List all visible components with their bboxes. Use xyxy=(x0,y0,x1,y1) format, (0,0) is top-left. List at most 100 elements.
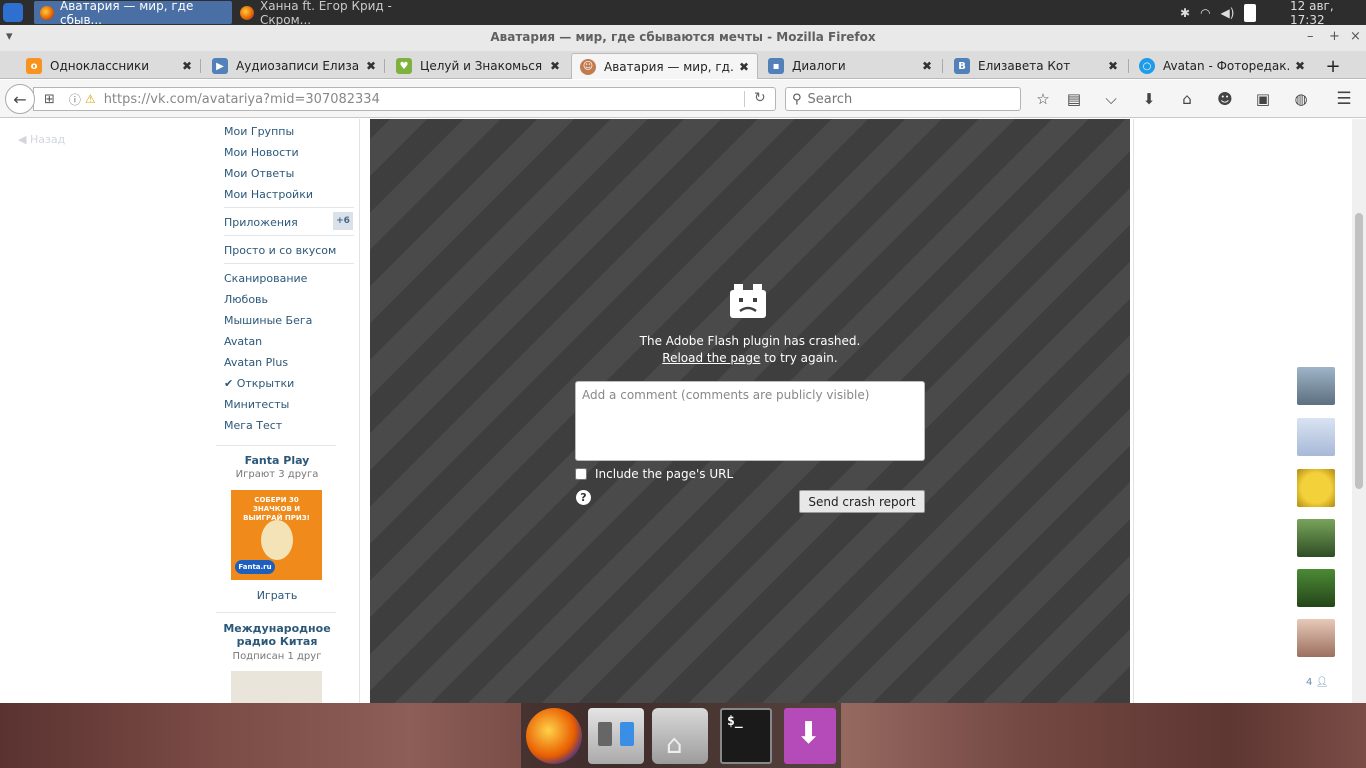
crash-message: The Adobe Flash plugin has crashed. Relo… xyxy=(370,333,1130,367)
globe-icon[interactable]: ◍ xyxy=(1291,89,1311,109)
tab-close-icon[interactable]: ✖ xyxy=(1108,59,1118,73)
battery-icon[interactable] xyxy=(1244,3,1257,22)
minimize-icon[interactable]: – xyxy=(1307,29,1314,44)
include-url-checkbox[interactable] xyxy=(575,468,587,480)
ad-title-radio-line1[interactable]: Международное xyxy=(216,622,338,635)
menu-item-answers[interactable]: Мои Ответы xyxy=(224,167,294,180)
maximize-icon[interactable]: + xyxy=(1329,29,1340,44)
volume-icon[interactable]: ◀) xyxy=(1221,6,1235,20)
friend-avatar[interactable] xyxy=(1297,367,1335,405)
friend-avatar[interactable] xyxy=(1297,619,1335,657)
bookmark-star-icon[interactable]: ☆ xyxy=(1033,89,1053,109)
tab-close-icon[interactable]: ✖ xyxy=(1295,59,1305,73)
crash-comment-input[interactable] xyxy=(575,381,925,461)
firefox-dock-icon[interactable] xyxy=(526,708,582,764)
friend-avatar[interactable] xyxy=(1297,418,1335,456)
close-icon[interactable]: × xyxy=(1350,29,1361,44)
scrollbar-thumb[interactable] xyxy=(1355,213,1363,489)
new-tab-button[interactable]: + xyxy=(1318,53,1348,79)
tab-avatan[interactable]: ○ Avatan - Фоторедак... ✖ xyxy=(1131,53,1313,79)
hamburger-menu-icon[interactable]: ☰ xyxy=(1334,89,1354,109)
menu-item-apps[interactable]: Приложения xyxy=(224,216,298,229)
tab-dialogs[interactable]: ▪ Диалоги ✖ xyxy=(760,53,940,79)
tab-close-icon[interactable]: ✖ xyxy=(739,60,749,74)
back-link[interactable]: ◀ Назад xyxy=(18,133,65,146)
app-item-minitests[interactable]: Минитесты xyxy=(224,398,289,411)
tab-audio[interactable]: ▶ Аудиозаписи Елиза... ✖ xyxy=(204,53,384,79)
reading-list-icon[interactable]: ▤ xyxy=(1064,89,1084,109)
reload-suffix: to try again. xyxy=(760,351,838,365)
menu-item-groups[interactable]: Мои Группы xyxy=(224,125,294,138)
pocket-icon[interactable]: ⌵ xyxy=(1101,89,1121,109)
system-panel: Аватария — мир, где сбыв... Ханна ft. Ег… xyxy=(0,0,1366,27)
app-item-love[interactable]: Любовь xyxy=(224,293,268,306)
reload-page-link[interactable]: Reload the page xyxy=(662,351,760,365)
mascot-icon xyxy=(261,520,293,560)
taskbar-item-music[interactable]: Ханна ft. Егор Крид - Скром... xyxy=(234,0,434,27)
url-bar[interactable]: ⊞ ⓘ ⚠ https://vk.com/avatariya?mid=30708… xyxy=(33,87,776,111)
search-box[interactable]: ⚲ xyxy=(785,87,1021,111)
friend-avatar[interactable] xyxy=(1297,519,1335,557)
page-scrollbar[interactable] xyxy=(1352,119,1366,703)
tab-elizaveta[interactable]: В Елизавета Кот ✖ xyxy=(946,53,1126,79)
friend-avatar[interactable] xyxy=(1297,569,1335,607)
app-item-postcards[interactable]: ✔ Открытки xyxy=(224,377,294,390)
help-icon[interactable]: ? xyxy=(576,490,591,505)
wifi-icon[interactable]: ◠ xyxy=(1200,6,1210,20)
tab-kiss[interactable]: ♥ Целуй и Знакомься ✖ xyxy=(388,53,568,79)
send-crash-report-button[interactable]: Send crash report xyxy=(799,490,925,513)
firefox-icon xyxy=(40,5,54,20)
ad-title-radio-line2[interactable]: радио Китая xyxy=(216,635,338,648)
tab-close-icon[interactable]: ✖ xyxy=(366,59,376,73)
search-input[interactable] xyxy=(807,91,998,107)
friends-count[interactable]: 4 👤︎ xyxy=(1306,677,1328,688)
hello-chat-icon[interactable]: ☻ xyxy=(1215,89,1235,109)
app-item-scan[interactable]: Сканирование xyxy=(224,272,307,285)
home-folder-dock-icon[interactable]: ⌂ xyxy=(652,708,708,764)
system-tray: ✱ ◠ ◀) xyxy=(1180,0,1257,25)
tab-odnoklassniki[interactable]: о Одноклассники ✖ xyxy=(18,53,200,79)
tab-close-icon[interactable]: ✖ xyxy=(550,59,560,73)
lock-warning-icon[interactable]: ⚠ xyxy=(85,92,96,106)
downloader-dock-icon[interactable]: ⬇ xyxy=(784,708,836,764)
app-item-mouse-race[interactable]: Мышиные Бега xyxy=(224,314,312,327)
play-link[interactable]: Играть xyxy=(216,589,338,602)
page-info-icon[interactable]: ⊞ xyxy=(44,92,55,107)
vk-icon: В xyxy=(954,58,970,74)
ad-subtitle-fanta: Играют 3 друга xyxy=(235,469,319,480)
fanta-ad-image[interactable]: СОБЕРИ 30 ЗНАЧКОВ И ВЫИГРАЙ ПРИЗ! Fanta.… xyxy=(231,490,322,580)
menu-item-news[interactable]: Мои Новости xyxy=(224,146,299,159)
app-item-avatan-plus[interactable]: Avatan Plus xyxy=(224,356,288,369)
download-icon[interactable]: ⬇ xyxy=(1139,89,1159,109)
tab-bar: о Одноклассники ✖ ▶ Аудиозаписи Елиза...… xyxy=(0,51,1366,79)
app-item-avatan[interactable]: Avatan xyxy=(224,335,262,348)
window-title: Аватария — мир, где сбываются мечты - Mo… xyxy=(490,30,876,44)
right-column-divider xyxy=(1133,119,1134,703)
menu-item-settings[interactable]: Мои Настройки xyxy=(224,188,313,201)
ad-title-fanta[interactable]: Fanta Play xyxy=(216,454,338,467)
window-titlebar: ▾ Аватария — мир, где сбываются мечты - … xyxy=(0,25,1366,51)
taskbar-item-firefox[interactable]: Аватария — мир, где сбыв... xyxy=(34,0,232,27)
app-menu-icon[interactable] xyxy=(3,3,23,22)
home-icon[interactable]: ⌂ xyxy=(1177,89,1197,109)
bluetooth-icon[interactable]: ✱ xyxy=(1180,6,1190,20)
friend-avatar[interactable] xyxy=(1297,469,1335,507)
page-content: ◀ Назад Мои Группы Мои Новости Мои Ответ… xyxy=(0,119,1366,703)
reload-icon[interactable]: ↻ xyxy=(754,90,766,106)
extension-icon[interactable]: ▣ xyxy=(1253,89,1273,109)
radio-ad-image[interactable] xyxy=(231,671,322,703)
menu-item-featured[interactable]: Просто и со вкусом xyxy=(224,244,336,257)
back-button[interactable]: ← xyxy=(5,84,35,114)
tab-close-icon[interactable]: ✖ xyxy=(922,59,932,73)
dock: ⌂ $_ ⬇ xyxy=(521,703,841,768)
tab-avatariya[interactable]: ☺ Аватария — мир, гд... ✖ xyxy=(571,53,758,79)
terminal-dock-icon[interactable]: $_ xyxy=(720,708,772,764)
switcher-dock-icon[interactable] xyxy=(588,708,644,764)
apps-count-badge[interactable]: +6 xyxy=(333,212,353,230)
flash-crash-panel: The Adobe Flash plugin has crashed. Relo… xyxy=(370,119,1130,703)
tab-close-icon[interactable]: ✖ xyxy=(182,59,192,73)
info-icon[interactable]: ⓘ xyxy=(69,91,81,108)
chat-icon: ▪ xyxy=(768,58,784,74)
app-item-mega-test[interactable]: Мега Тест xyxy=(224,419,282,432)
clock[interactable]: 12 авг, 17:32 xyxy=(1290,0,1366,27)
